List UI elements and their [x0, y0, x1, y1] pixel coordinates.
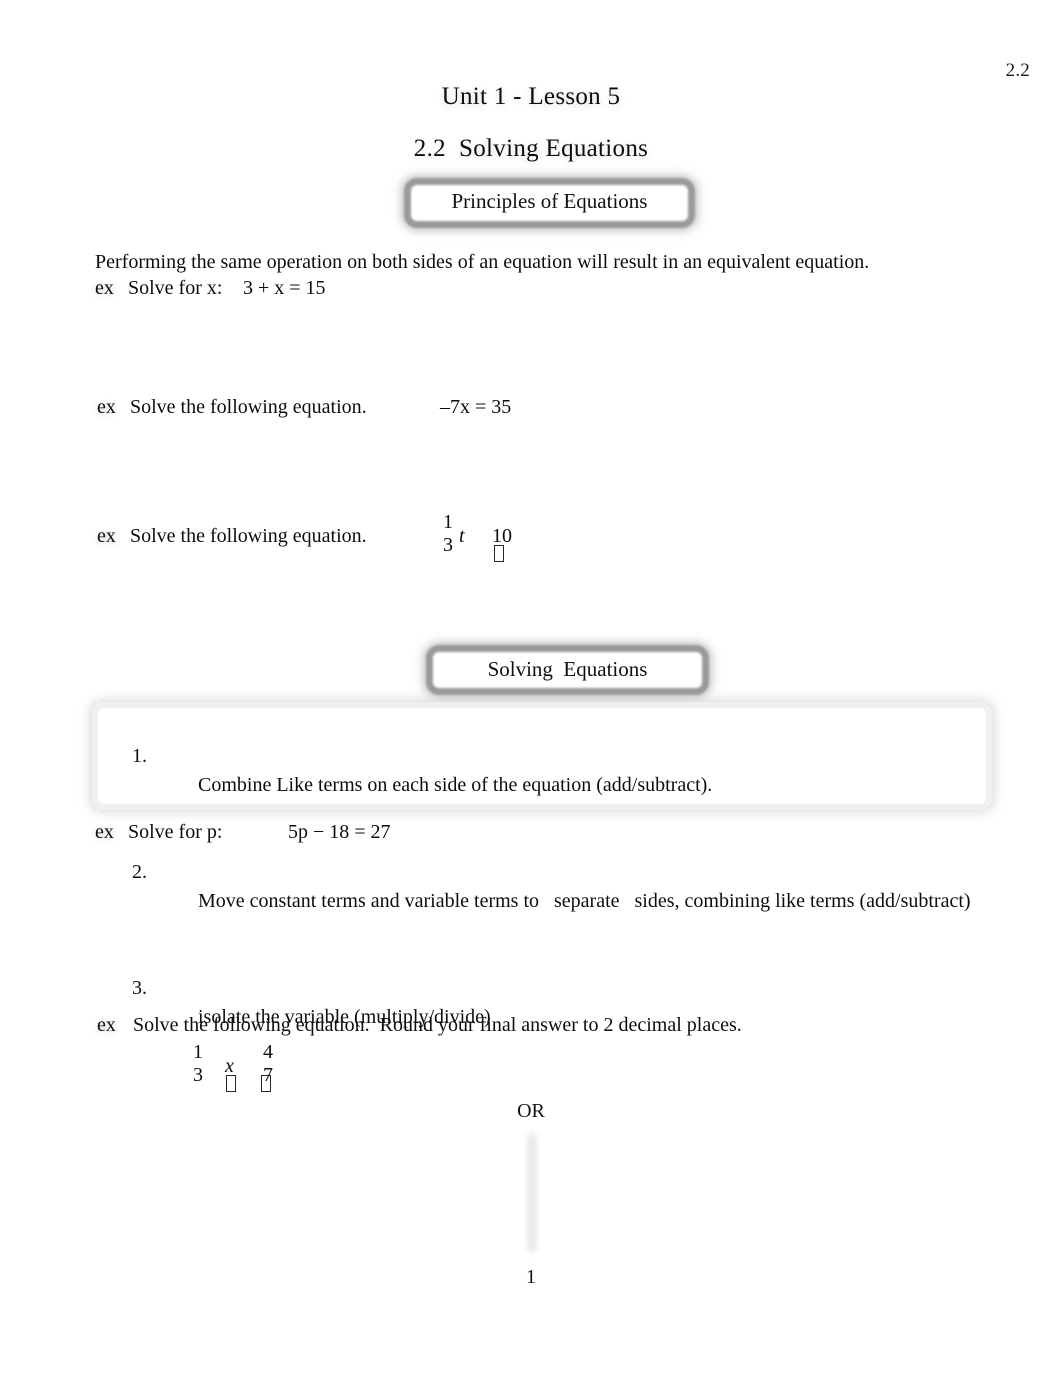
fraction-numerator: 1	[443, 511, 453, 533]
corner-section-label: 2.2	[1005, 60, 1030, 81]
list-item-marker: 1.	[132, 745, 147, 767]
example-5-label: ex	[97, 1014, 116, 1036]
page-subtitle: 2.2 Solving Equations	[413, 135, 649, 162]
example-1-equation: 3 + x = 15	[243, 277, 326, 299]
example-3-prompt: Solve the following equation.	[130, 525, 367, 547]
example-3-label: ex	[97, 525, 116, 547]
example-5-prompt: Solve the following equation. Round your…	[133, 1014, 742, 1036]
example-1-label: ex	[95, 277, 114, 299]
page-number: 1	[526, 1266, 536, 1288]
list-item: 2. Move constant terms and variable term…	[92, 829, 992, 945]
example-2-label: ex	[97, 396, 116, 418]
fraction-denominator: 3	[443, 534, 453, 556]
fraction-denominator: 7	[263, 1064, 273, 1086]
list-item-label: Move constant terms and variable terms t…	[198, 890, 971, 912]
example-1-prompt-text: Solve for x:	[128, 277, 223, 299]
example-3-right-side: 10	[492, 525, 512, 547]
example-4-equation: 5p − 18 = 27	[288, 821, 391, 843]
steps-list: 1. Combine Like terms on each side of th…	[92, 702, 992, 1028]
example-5-left-fraction: 1 3	[188, 1041, 208, 1087]
list-item-marker: 2.	[132, 861, 147, 883]
list-item-label: Combine Like terms on each side of the e…	[198, 774, 713, 796]
example-4-label: ex	[95, 821, 114, 843]
document-page: 2.2 Unit 1 - Lesson 5 2.2 Solving Equati…	[0, 0, 1062, 1377]
page-title: Unit 1 - Lesson 5	[441, 83, 621, 110]
intro-sentence: Performing the same operation on both si…	[95, 251, 870, 273]
vertical-divider	[527, 1133, 537, 1253]
example-4-prompt: Solve for p:	[128, 821, 223, 843]
fraction-denominator: 3	[193, 1064, 203, 1086]
list-item-marker: 3.	[132, 977, 147, 999]
principles-callout-label: Principles of Equations	[451, 189, 648, 213]
or-label: OR	[517, 1100, 545, 1122]
example-3-variable: t	[459, 525, 465, 547]
example-5-variable: x	[225, 1055, 234, 1077]
solving-callout-label: Solving Equations	[487, 657, 648, 681]
list-item: 1. Combine Like terms on each side of th…	[92, 713, 992, 829]
example-2-equation: –7x = 35	[440, 396, 512, 418]
example-3-fraction: 1 3	[438, 511, 458, 557]
fraction-numerator: 4	[263, 1041, 273, 1063]
fraction-numerator: 1	[193, 1041, 203, 1063]
example-5-right-fraction: 4 7	[258, 1041, 278, 1087]
example-1-prompt: Solve for x:	[128, 277, 222, 300]
list-item: 3. isolate the variable (multiply/divide…	[92, 945, 992, 1061]
example-2-prompt: Solve the following equation.	[130, 396, 367, 418]
